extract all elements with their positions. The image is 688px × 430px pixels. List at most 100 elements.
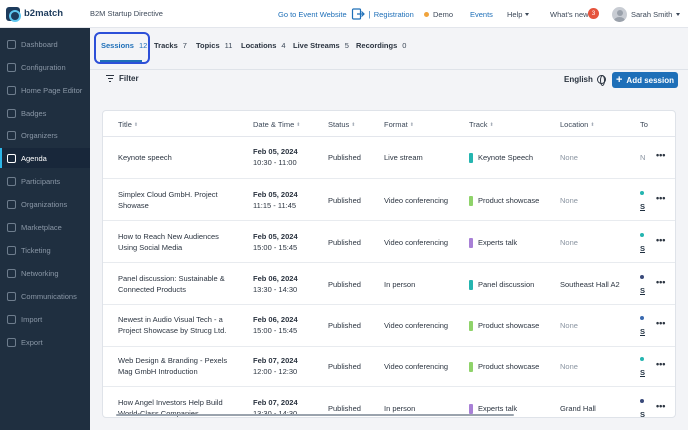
- session-time: 13:30 - 14:30: [253, 285, 298, 294]
- filter-button[interactable]: Filter: [106, 74, 139, 83]
- status-dot-icon: [640, 316, 644, 320]
- sidebar-item-marketplace[interactable]: Marketplace: [0, 217, 90, 237]
- session-title[interactable]: Panel discussion: Sustainable & Connected…: [118, 273, 225, 295]
- whats-new-button[interactable]: What's new 3: [550, 0, 599, 28]
- sidebar-item-agenda[interactable]: Agenda: [0, 148, 90, 168]
- session-title[interactable]: Simplex Cloud GmbH. Project Showase: [118, 189, 218, 211]
- sidebar-item-configuration[interactable]: Configuration: [0, 57, 90, 77]
- column-format[interactable]: Format ⬍: [384, 120, 414, 129]
- sidebar-item-dashboard[interactable]: Dashboard: [0, 34, 90, 54]
- session-to-link[interactable]: S: [640, 368, 645, 377]
- notification-badge: 3: [588, 8, 599, 19]
- sort-icon: ⬍: [489, 121, 494, 128]
- session-to-link[interactable]: S: [640, 286, 645, 295]
- sidebar-item-label: Organizers: [21, 130, 58, 140]
- table-row[interactable]: Newest in Audio Visual Tech - a Project S…: [103, 305, 675, 347]
- more-options-icon[interactable]: •••: [656, 193, 665, 203]
- go-to-event-link[interactable]: Go to Event Website: [278, 10, 347, 19]
- session-date: Feb 05, 2024: [253, 232, 298, 241]
- session-location: Grand Hall: [560, 404, 596, 413]
- column-to[interactable]: To: [640, 120, 648, 129]
- mail-icon: [7, 291, 16, 301]
- tab-label: Topics: [196, 41, 220, 50]
- external-link-icon[interactable]: [351, 7, 365, 21]
- session-track: Product showcase: [478, 321, 540, 330]
- status-dot-icon: [640, 191, 644, 195]
- filter-label: Filter: [119, 74, 139, 83]
- column-label: Status: [328, 120, 350, 129]
- user-menu[interactable]: Sarah Smith: [612, 0, 681, 28]
- ticket-icon: [7, 245, 16, 255]
- more-options-icon[interactable]: •••: [656, 277, 665, 287]
- session-to-link[interactable]: S: [640, 202, 645, 211]
- registration-link[interactable]: Registration: [374, 10, 414, 19]
- top-bar: b2match B2M Startup Directive Go to Even…: [0, 0, 688, 28]
- table-row[interactable]: Panel discussion: Sustainable & Connected…: [103, 263, 675, 305]
- session-to-link[interactable]: S: [640, 410, 645, 417]
- more-options-icon[interactable]: •••: [656, 235, 665, 245]
- help-menu[interactable]: Help: [507, 0, 530, 28]
- tab-recordings[interactable]: Recordings 0: [356, 41, 406, 50]
- tab-sessions[interactable]: Sessions 12: [101, 41, 147, 50]
- track-color-icon: [469, 238, 473, 248]
- sidebar-item-home-page-editor[interactable]: Home Page Editor: [0, 80, 90, 100]
- sidebar-item-communications[interactable]: Communications: [0, 286, 90, 306]
- events-link[interactable]: Events: [470, 0, 493, 28]
- table-row[interactable]: Keynote speech Feb 05, 2024 10:30 - 11:0…: [103, 137, 675, 179]
- session-time: 15:00 - 15:45: [253, 326, 298, 335]
- column-date-time[interactable]: Date & Time ⬍: [253, 120, 300, 129]
- sidebar-item-label: Home Page Editor: [21, 85, 83, 95]
- session-title[interactable]: Web Design & Branding - Pexels Mag GmbH I…: [118, 355, 227, 377]
- more-options-icon[interactable]: •••: [656, 318, 665, 328]
- horizontal-scrollbar[interactable]: [116, 414, 514, 416]
- column-location[interactable]: Location ⬍: [560, 120, 595, 129]
- table-row[interactable]: How to Reach New Audiences Using Social M…: [103, 221, 675, 263]
- tab-locations[interactable]: Locations 4: [241, 41, 286, 50]
- tab-label: Sessions: [101, 41, 134, 50]
- more-options-icon[interactable]: •••: [656, 359, 665, 369]
- session-to-link[interactable]: S: [640, 244, 645, 253]
- session-title[interactable]: Keynote speech: [118, 152, 172, 163]
- session-format: In person: [384, 404, 416, 413]
- tab-live-streams[interactable]: Live Streams 5: [293, 41, 349, 50]
- sidebar-item-import[interactable]: Import: [0, 309, 90, 329]
- sidebar-item-ticketing[interactable]: Ticketing: [0, 240, 90, 260]
- session-location: Southeast Hall A2: [560, 280, 620, 289]
- session-date: Feb 06, 2024: [253, 315, 298, 324]
- tab-label: Recordings: [356, 41, 398, 50]
- sidebar-item-networking[interactable]: Networking: [0, 263, 90, 283]
- sessions-table: Title ⬍ Date & Time ⬍ Status ⬍ Format ⬍ Trac…: [102, 110, 676, 418]
- more-options-icon[interactable]: •••: [656, 401, 665, 411]
- column-label: Location: [560, 120, 589, 129]
- gear-icon: [7, 62, 16, 72]
- column-track[interactable]: Track ⬍: [469, 120, 494, 129]
- session-to-link[interactable]: S: [640, 327, 645, 336]
- language-selector[interactable]: English: [564, 75, 606, 86]
- session-track: Panel discussion: [478, 280, 535, 289]
- sidebar-item-participants[interactable]: Participants: [0, 171, 90, 191]
- session-format: Video conferencing: [384, 321, 449, 330]
- badge-icon: [7, 108, 16, 118]
- table-row[interactable]: Web Design & Branding - Pexels Mag GmbH I…: [103, 347, 675, 387]
- sidebar-item-export[interactable]: Export: [0, 332, 90, 352]
- tab-topics[interactable]: Topics 11: [196, 41, 232, 50]
- session-to: N: [640, 153, 646, 162]
- track-color-icon: [469, 153, 473, 163]
- network-icon: [7, 268, 16, 278]
- sidebar-item-organizations[interactable]: Organizations: [0, 194, 90, 214]
- chevron-down-icon: [525, 12, 530, 16]
- table-row[interactable]: Simplex Cloud GmbH. Project Showase Feb 0…: [103, 179, 675, 221]
- session-title[interactable]: How to Reach New Audiences Using Social M…: [118, 231, 219, 253]
- sidebar-item-badges[interactable]: Badges: [0, 103, 90, 123]
- add-session-button[interactable]: + Add session: [612, 72, 678, 88]
- column-status[interactable]: Status ⬍: [328, 120, 355, 129]
- tab-tracks[interactable]: Tracks 7: [154, 41, 187, 50]
- status-dot-icon: [424, 11, 429, 17]
- logo[interactable]: b2match: [0, 0, 90, 28]
- status-dot-icon: [640, 275, 644, 279]
- session-title[interactable]: Newest in Audio Visual Tech - a Project S…: [118, 314, 226, 336]
- column-title[interactable]: Title ⬍: [118, 120, 138, 129]
- sidebar-item-organizers[interactable]: Organizers: [0, 125, 90, 145]
- demo-indicator[interactable]: Demo: [424, 0, 453, 28]
- more-options-icon[interactable]: •••: [656, 150, 665, 160]
